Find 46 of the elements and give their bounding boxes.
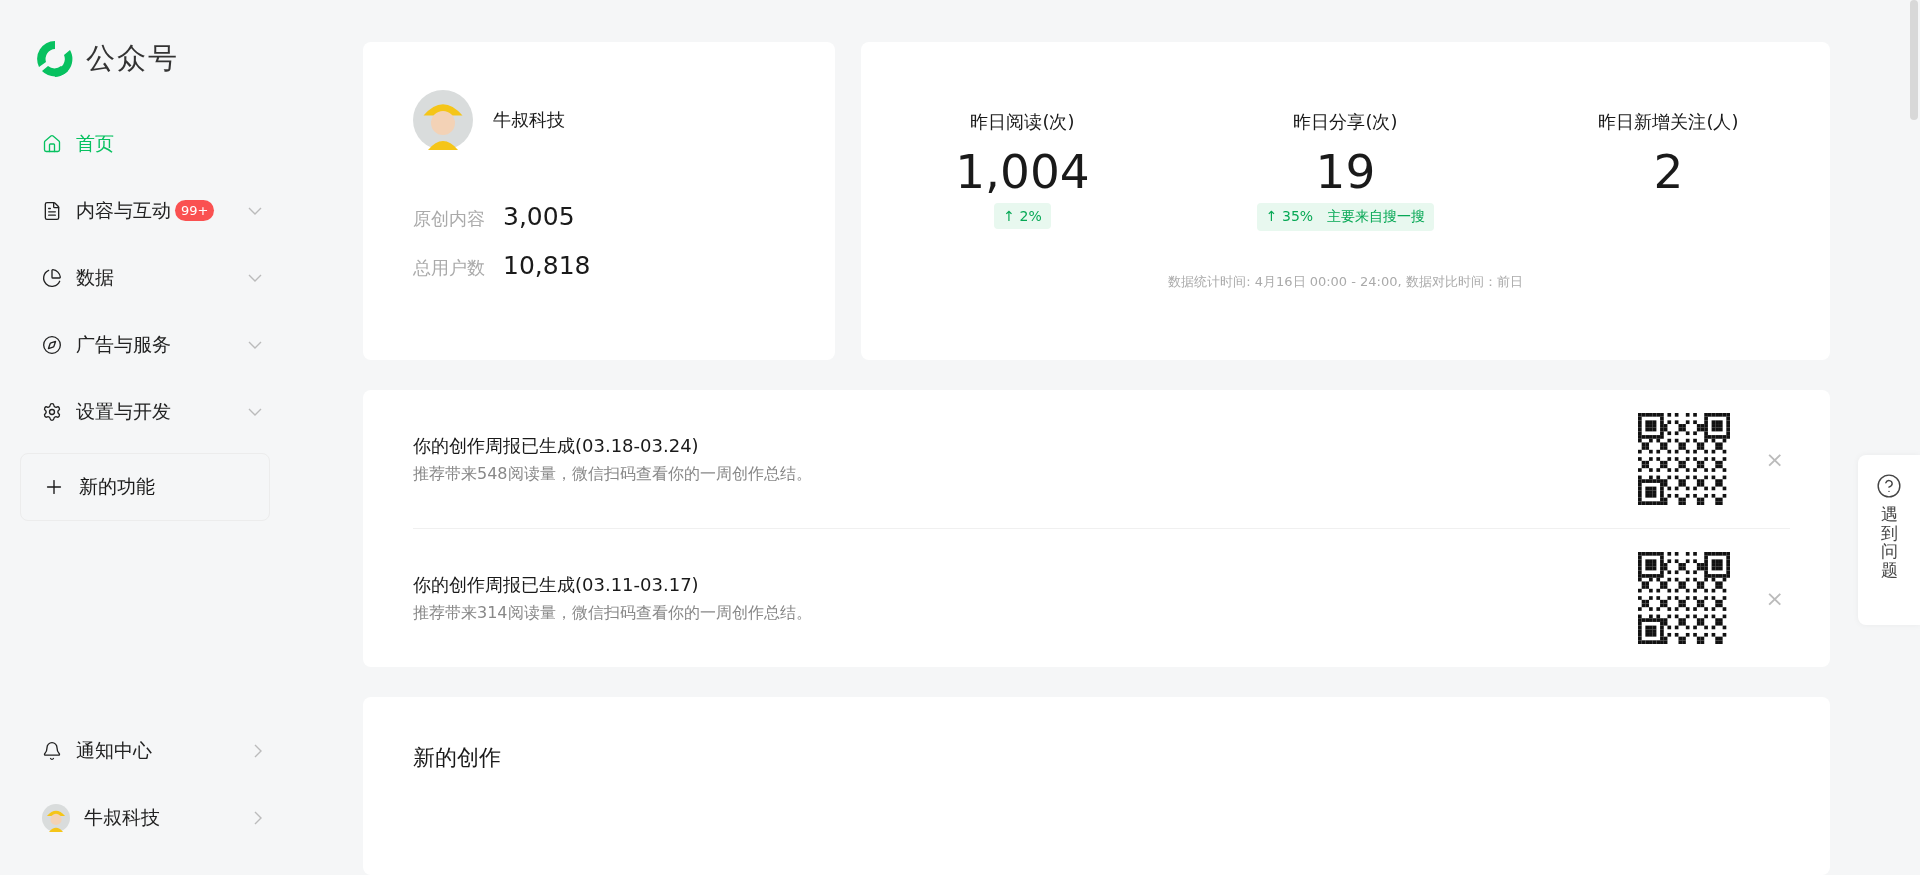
report-description: 推荐带来314阅读量，微信扫码查看你的一周创作总结。 — [413, 602, 813, 624]
document-icon — [42, 200, 62, 221]
settings-icon — [42, 401, 62, 422]
chevron-down-icon — [248, 273, 262, 282]
bell-icon — [42, 740, 62, 761]
nav-item[interactable]: 牛叔科技 — [20, 784, 268, 851]
pie-chart-icon — [42, 267, 62, 288]
home-icon — [42, 133, 62, 154]
brand-name: 公众号 — [86, 40, 179, 77]
scrollbar[interactable] — [1910, 0, 1918, 120]
metric-value: 2 — [1653, 144, 1684, 199]
stat-value: 10,818 — [503, 251, 591, 280]
metric-value: 19 — [1315, 144, 1376, 199]
trend-value: ↑ 2% — [1003, 208, 1042, 224]
report-title: 你的创作周报已生成(03.18-03.24) — [413, 433, 700, 458]
compass-icon — [42, 334, 62, 355]
nav-item[interactable]: 通知中心 — [20, 717, 268, 784]
chevron-right-icon — [254, 810, 262, 825]
report-description: 推荐带来548阅读量，微信扫码查看你的一周创作总结。 — [413, 463, 813, 485]
avatar-icon — [413, 90, 473, 150]
avatar-icon — [42, 803, 70, 832]
stat-value: 3,005 — [503, 202, 575, 231]
nav-item[interactable]: 广告与服务 — [20, 311, 268, 378]
metric-label: 昨日阅读(次) — [970, 110, 1075, 134]
metric-label: 昨日分享(次) — [1293, 110, 1398, 134]
metric-label: 昨日新增关注(人) — [1598, 110, 1739, 134]
account-name: 牛叔科技 — [493, 108, 565, 132]
trend-source: 主要来自搜一搜 — [1327, 208, 1426, 226]
stat-label: 总用户数 — [413, 256, 485, 280]
stat-label: 原创内容 — [413, 207, 485, 231]
metric-value: 1,004 — [955, 144, 1090, 199]
stats-note: 数据统计时间: 4月16日 00:00 - 24:00, 数据对比时间：前日 — [1168, 273, 1523, 291]
new-feature-button[interactable]: 新的功能 — [20, 453, 270, 521]
chevron-right-icon — [254, 743, 262, 758]
nav-item[interactable]: 设置与开发 — [20, 378, 268, 445]
chevron-down-icon — [248, 340, 262, 349]
help-tab[interactable]: 遇到问题 — [1858, 455, 1920, 625]
chevron-down-icon — [248, 407, 262, 416]
nav-item[interactable]: 数据 — [20, 244, 268, 311]
nav-item[interactable]: 内容与互动 99+ — [20, 177, 268, 244]
count-badge: 99+ — [175, 200, 215, 221]
help-icon — [1876, 473, 1902, 499]
chevron-down-icon — [248, 206, 262, 215]
trend-value: ↑ 35% — [1265, 208, 1314, 226]
section-title: 新的创作 — [413, 745, 501, 770]
report-title: 你的创作周报已生成(03.11-03.17) — [413, 572, 700, 597]
